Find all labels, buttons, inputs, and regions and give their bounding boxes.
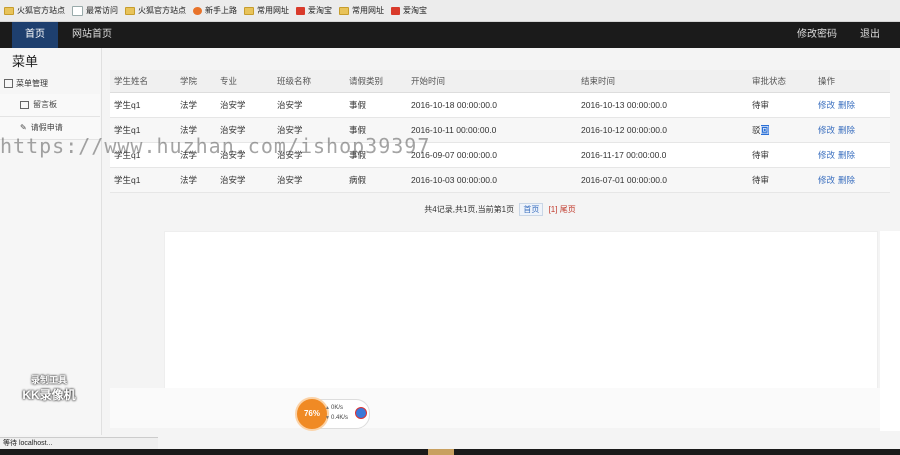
bookmarks-bar: 火狐官方站点 最常访问 火狐官方站点 新手上路 常用网址 爱淘宝 常用网址 爱淘… — [0, 0, 900, 22]
sidebar-item-message-board[interactable]: 留言板 — [0, 94, 100, 117]
bookmark-item[interactable]: 常用网址 — [339, 5, 384, 16]
bookmark-item[interactable]: 爱淘宝 — [296, 5, 332, 16]
bookmark-item[interactable]: 常用网址 — [244, 5, 289, 16]
cell-actions: 修改 删除 — [814, 167, 890, 193]
cell-actions: 修改 删除 — [814, 117, 890, 143]
cell-college: 法学 — [176, 167, 216, 193]
cell-type: 事假 — [345, 92, 407, 118]
message-icon — [20, 100, 29, 109]
bookmark-item[interactable]: 火狐官方站点 — [4, 5, 65, 16]
arrow-up-icon: ▲ — [325, 405, 330, 411]
bookmark-item[interactable]: 火狐官方站点 — [125, 5, 186, 16]
cell-actions: 修改 删除 — [814, 142, 890, 168]
menu-title: 菜单 — [12, 54, 39, 69]
last-page-link[interactable]: 尾页 — [560, 205, 576, 214]
url-watermark: https://www.huzhan.com/ishop39397 — [0, 134, 431, 158]
cell-end: 2016-11-17 00:00:00.0 — [577, 142, 748, 168]
folder-icon — [125, 6, 135, 15]
cell-status: 待审 — [748, 92, 814, 118]
cell-end: 2016-10-12 00:00:00.0 — [577, 117, 748, 143]
cell-class: 治安学 — [273, 167, 345, 193]
cell-status: 待审 — [748, 142, 814, 168]
delete-link[interactable]: 删除 — [838, 175, 855, 185]
taskbar-item[interactable] — [428, 449, 454, 455]
col-student-name: 学生姓名 — [110, 70, 176, 93]
cell-class: 治安学 — [273, 92, 345, 118]
cell-start: 2016-09-07 00:00:00.0 — [407, 142, 577, 168]
page-1-link[interactable]: [1] — [549, 205, 558, 214]
cell-name: 学生q1 — [110, 167, 176, 193]
bookmark-item[interactable]: 爱淘宝 — [391, 5, 427, 16]
leave-table: 学生姓名 学院 专业 班级名称 请假类别 开始时间 结束时间 审批状态 操作 学… — [110, 70, 890, 193]
nav-site-home[interactable]: 网站首页 — [72, 22, 112, 48]
firefox-icon — [193, 6, 202, 15]
delete-link[interactable]: 删除 — [838, 100, 855, 110]
cell-status: 待审 — [748, 167, 814, 193]
edit-link[interactable]: 修改 — [818, 175, 835, 185]
col-end-time: 结束时间 — [577, 70, 748, 93]
edit-link[interactable]: 修改 — [818, 100, 835, 110]
col-leave-type: 请假类别 — [345, 70, 407, 93]
table-row: 学生q1 法学 治安学 治安学 病假 2016-10-03 00:00:00.0… — [110, 167, 890, 193]
delete-link[interactable]: 删除 — [838, 125, 855, 135]
sidebar: 菜单 菜单管理 留言板 ✎ 请假申请 录制工具 KK录像机 — [0, 48, 102, 435]
table-row: 学生q1 法学 治安学 治安学 事假 2016-10-18 00:00:00.0… — [110, 92, 890, 118]
bookmark-item[interactable]: 新手上路 — [193, 5, 237, 16]
sidebar-group-menu-manage[interactable]: 菜单管理 — [4, 74, 100, 95]
taobao-icon — [296, 6, 305, 15]
col-status: 审批状态 — [748, 70, 814, 93]
edit-link[interactable]: 修改 — [818, 150, 835, 160]
edit-link[interactable]: 修改 — [818, 125, 835, 135]
col-actions: 操作 — [814, 70, 890, 93]
upload-speed: 0K/s — [331, 405, 344, 411]
cell-actions: 修改 删除 — [814, 92, 890, 118]
pagination-summary: 共4记录,共1页,当前第1页 — [424, 205, 515, 214]
change-password-link[interactable]: 修改密码 — [797, 22, 837, 48]
pagination: 共4记录,共1页,当前第1页 首页 [1] 尾页 — [110, 203, 890, 216]
delete-link[interactable]: 删除 — [838, 150, 855, 160]
cell-end: 2016-07-01 00:00:00.0 — [577, 167, 748, 193]
cell-name: 学生q1 — [110, 92, 176, 118]
bookmark-item[interactable]: 最常访问 — [72, 5, 118, 16]
col-start-time: 开始时间 — [407, 70, 577, 93]
cell-college: 法学 — [176, 92, 216, 118]
empty-panel-bottom — [110, 388, 880, 428]
col-major: 专业 — [216, 70, 273, 93]
speed-percent: 76% — [295, 397, 329, 431]
first-page-button[interactable]: 首页 — [519, 203, 544, 216]
nav-home[interactable]: 首页 — [12, 22, 58, 48]
recorder-logo: 录制工具 KK录像机 — [22, 375, 76, 402]
top-navbar: 首页 网站首页 修改密码 退出 — [0, 22, 900, 48]
cell-start: 2016-10-11 00:00:00.0 — [407, 117, 577, 143]
taskbar — [0, 449, 900, 455]
list-icon — [4, 79, 13, 89]
folder-icon — [4, 6, 14, 15]
cell-status: 驳回 — [748, 117, 814, 143]
empty-panel — [164, 231, 878, 390]
col-class: 班级名称 — [273, 70, 345, 93]
download-speed: 0.4K/s — [331, 415, 349, 421]
col-college: 学院 — [176, 70, 216, 93]
cell-start: 2016-10-18 00:00:00.0 — [407, 92, 577, 118]
cell-type: 病假 — [345, 167, 407, 193]
logout-link[interactable]: 退出 — [860, 22, 880, 48]
cell-end: 2016-10-13 00:00:00.0 — [577, 92, 748, 118]
taobao-icon — [391, 6, 400, 15]
arrow-down-icon: ▼ — [325, 415, 330, 421]
page-icon — [72, 5, 83, 16]
cell-major: 治安学 — [216, 92, 273, 118]
empty-panel-right — [880, 231, 900, 431]
network-speed-widget[interactable]: 76% ▲ 0K/s ▼ 0.4K/s — [295, 397, 370, 431]
main-content: 学生姓名 学院 专业 班级名称 请假类别 开始时间 结束时间 审批状态 操作 学… — [110, 70, 890, 216]
table-header: 学生姓名 学院 专业 班级名称 请假类别 开始时间 结束时间 审批状态 操作 — [110, 70, 890, 93]
text-selection: 回 — [760, 125, 770, 135]
cell-start: 2016-10-03 00:00:00.0 — [407, 167, 577, 193]
folder-icon — [244, 6, 254, 15]
browser-ball-icon — [355, 407, 367, 419]
folder-icon — [339, 6, 349, 15]
cell-major: 治安学 — [216, 167, 273, 193]
